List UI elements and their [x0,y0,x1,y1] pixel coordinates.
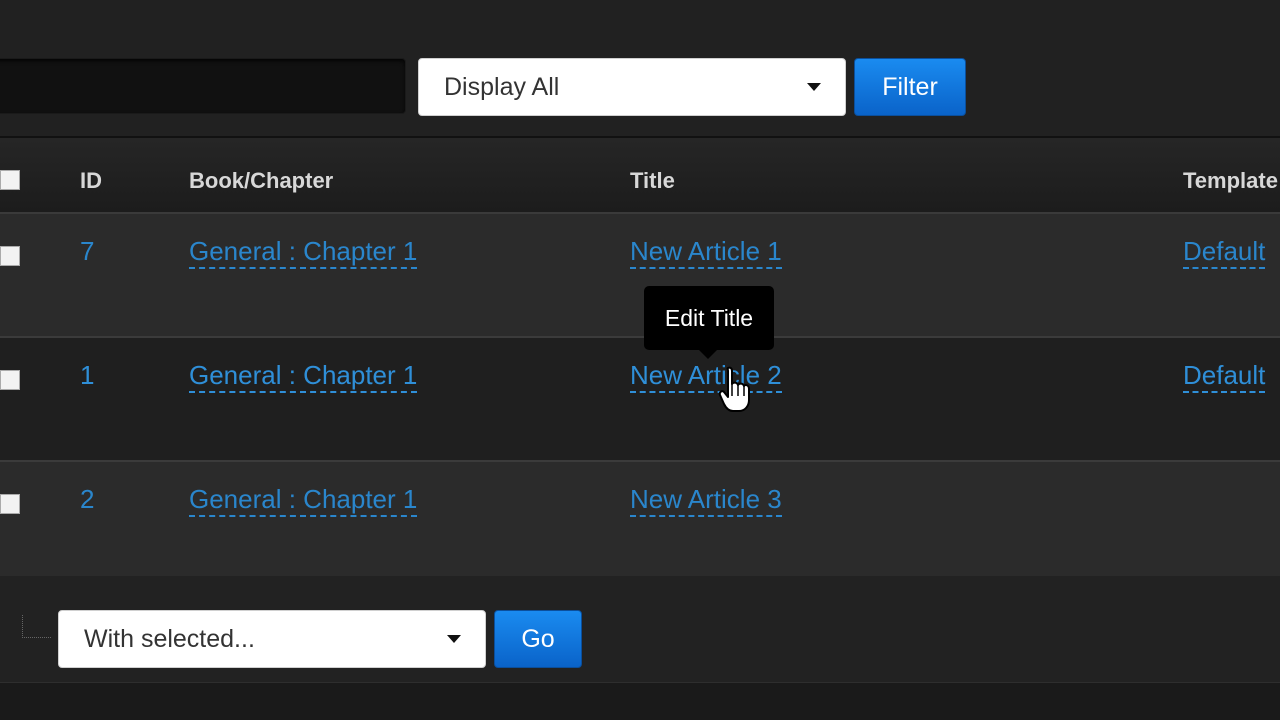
caret-down-icon [447,635,461,643]
filter-button[interactable]: Filter [854,58,966,116]
go-button[interactable]: Go [494,610,582,668]
title-link[interactable]: New Article 3 [630,484,782,517]
row-checkbox[interactable] [0,494,20,514]
row-id[interactable]: 2 [80,484,94,515]
row-checkbox[interactable] [0,370,20,390]
header-id[interactable]: ID [80,168,102,194]
book-chapter-link[interactable]: General : Chapter 1 [189,360,418,393]
footer-strip [0,682,1280,720]
search-input[interactable] [0,58,406,114]
template-link[interactable]: Default [1183,360,1266,393]
edit-title-tooltip: Edit Title [644,286,774,359]
select-all-checkbox[interactable] [0,170,20,190]
display-filter-value: Display All [444,72,560,101]
table-row: 7 General : Chapter 1 New Article 1 Defa… [0,214,1280,338]
article-manager: Display All Filter ID Book/Chapter Title… [0,0,1280,720]
table-row: 1 General : Chapter 1 New Article 2 Defa… [0,338,1280,462]
table-row: 2 General : Chapter 1 New Article 3 [0,462,1280,576]
row-checkbox[interactable] [0,246,20,266]
bulk-action-value: With selected... [84,624,255,653]
caret-down-icon [807,83,821,91]
articles-table: ID Book/Chapter Title Template 7 General… [0,136,1280,576]
row-id[interactable]: 7 [80,236,94,267]
table-header: ID Book/Chapter Title Template [0,136,1280,214]
header-template[interactable]: Template [1183,168,1278,194]
select-arrow-icon [22,615,51,638]
book-chapter-link[interactable]: General : Chapter 1 [189,236,418,269]
display-filter-select[interactable]: Display All [418,58,846,116]
book-chapter-link[interactable]: General : Chapter 1 [189,484,418,517]
hand-cursor-icon [718,366,750,412]
row-id[interactable]: 1 [80,360,94,391]
header-book-chapter[interactable]: Book/Chapter [189,168,333,194]
template-link[interactable]: Default [1183,236,1266,269]
header-title[interactable]: Title [630,168,675,194]
bulk-action-select[interactable]: With selected... [58,610,486,668]
title-link[interactable]: New Article 1 [630,236,782,269]
filter-bar: Display All Filter [0,0,1280,136]
title-link[interactable]: New Article 2 [630,360,782,393]
